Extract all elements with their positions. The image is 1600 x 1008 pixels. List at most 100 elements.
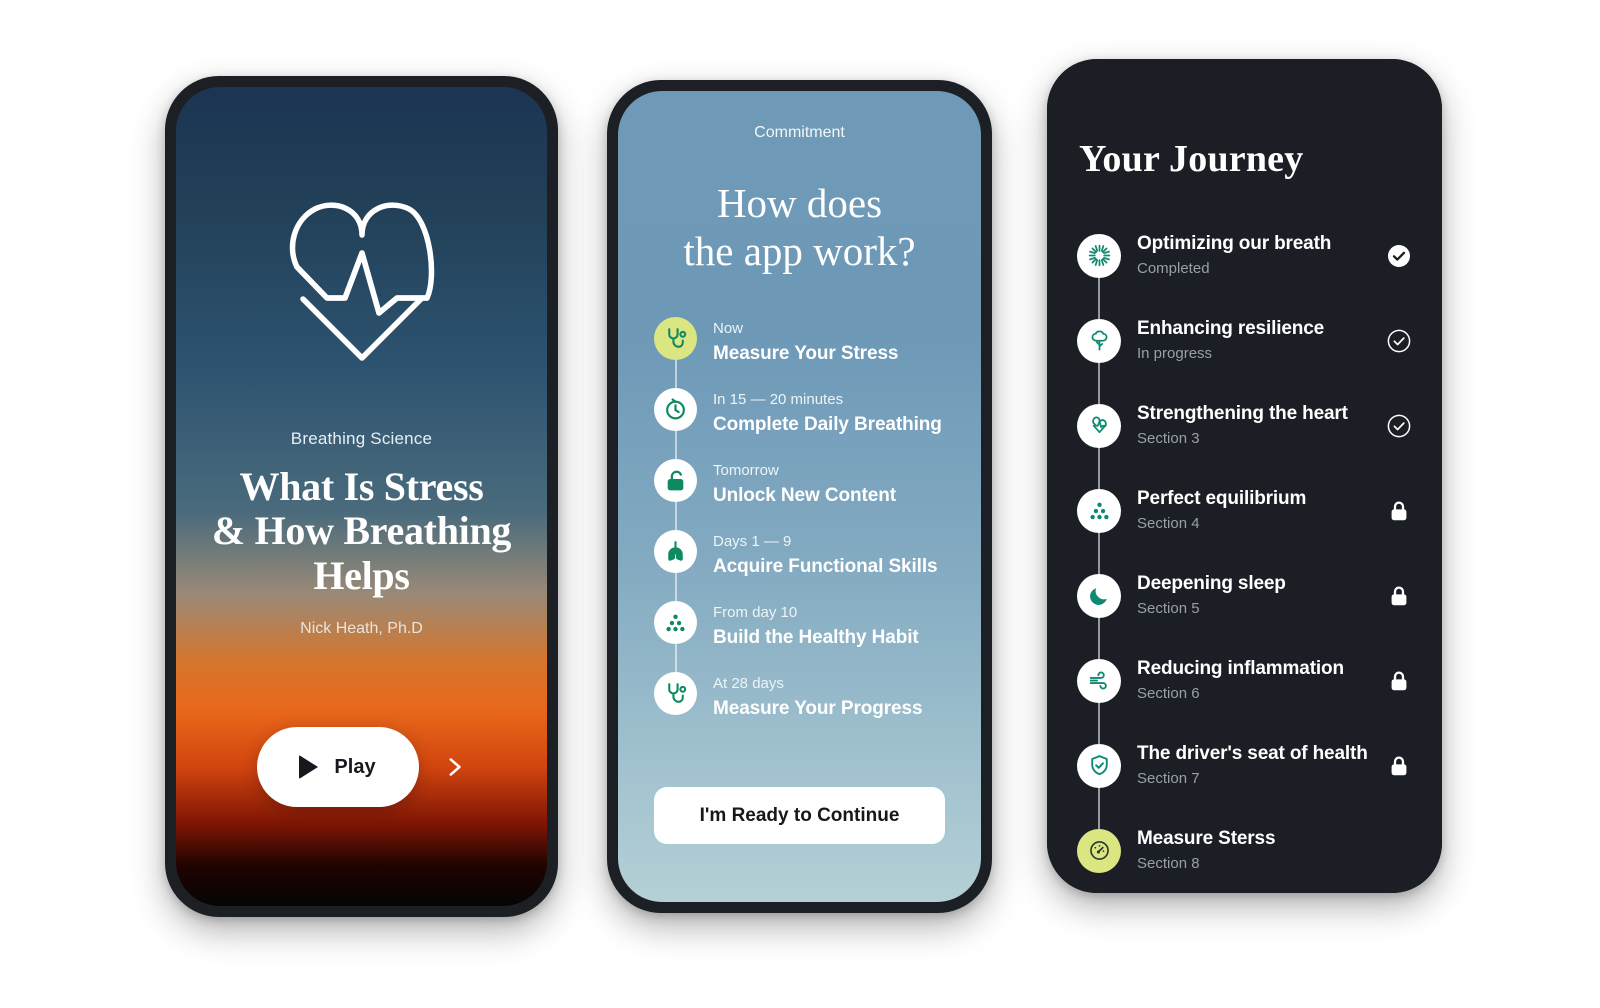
timeline-step-when: Now — [713, 320, 744, 338]
timeline-step-text: At 28 days Measure Your Progress — [713, 672, 923, 721]
journey-item-text: Enhancing resilience In progress — [1137, 316, 1370, 364]
journey-item-title: Measure Sterss — [1137, 828, 1276, 850]
lungs-icon — [668, 541, 683, 561]
journey-item-state[interactable] — [1386, 668, 1412, 694]
stethoscope-icon — [668, 328, 687, 348]
journey-item-status: Completed — [1137, 259, 1210, 277]
journey-item-text: Strengthening the heart Section 3 — [1137, 401, 1370, 449]
article-title: What Is Stress & How Breathing Helps — [212, 464, 512, 598]
check-filled-icon[interactable] — [1387, 244, 1411, 268]
chevron-right-icon[interactable] — [441, 754, 467, 780]
journey-list-item[interactable]: Strengthening the heart Section 3 — [1077, 383, 1412, 489]
journey-item-title: Reducing inflammation — [1137, 658, 1344, 680]
timeline-connector — [675, 428, 677, 461]
journey-list-item[interactable]: Perfect equilibrium Section 4 — [1077, 468, 1412, 574]
commitment-title-line-2: the app work? — [683, 227, 916, 274]
journey-item-text: The driver's seat of health Section 7 — [1137, 741, 1370, 789]
journey-list-item[interactable]: Measure Sterss Section 8 — [1077, 808, 1412, 893]
article-title-line-1: What Is Stress — [239, 464, 484, 509]
timeline-step-text: Tomorrow Unlock New Content — [713, 459, 896, 508]
journey-item-status: Section 3 — [1137, 429, 1200, 447]
journey-item-state[interactable] — [1386, 413, 1412, 439]
burst-icon — [1088, 244, 1110, 267]
lock-icon[interactable] — [1387, 754, 1411, 778]
journey-item-icon-badge — [1077, 403, 1121, 448]
timeline-step-text: Days 1 — 9 Acquire Functional Skills — [713, 530, 938, 579]
screenshot-stage: Breathing Science What Is Stress & How B… — [0, 0, 1600, 1008]
journey-connector — [1098, 787, 1100, 829]
play-button[interactable]: Play — [256, 727, 419, 807]
journey-item-icon-badge — [1077, 573, 1121, 618]
journey-item-state[interactable] — [1386, 498, 1412, 524]
heart-pulse-icon — [1091, 416, 1107, 434]
journey-item-icon-badge — [1077, 488, 1121, 533]
timeline-step-text: In 15 — 20 minutes Complete Daily Breathi… — [713, 388, 942, 437]
journey-item-icon-badge — [1077, 233, 1121, 278]
dots-pyramid-icon — [1089, 502, 1109, 520]
journey-item-status: In progress — [1137, 344, 1213, 362]
timeline-step-text: From day 10 Build the Healthy Habit — [713, 601, 919, 650]
phone-mockup-journey: Your Journey Optimizing our breath Comple… — [1047, 59, 1442, 893]
journey-list-item[interactable]: Reducing inflammation Section 6 — [1077, 638, 1412, 744]
journey-item-state[interactable] — [1386, 753, 1412, 779]
timeline-step-when: At 28 days — [713, 675, 784, 693]
timeline-step-title: Build the Healthy Habit — [713, 626, 919, 648]
journey-connector — [1098, 447, 1100, 489]
heart-pulse-icon — [289, 202, 434, 361]
timeline-connector — [675, 570, 677, 603]
tree-icon — [1091, 330, 1107, 351]
journey-list-item[interactable]: Enhancing resilience In progress — [1077, 298, 1412, 404]
journey-list-item[interactable]: The driver's seat of health Section 7 — [1077, 723, 1412, 829]
page-title: Your Journey — [1079, 138, 1304, 180]
wind-icon — [1089, 671, 1107, 690]
timeline-connector — [675, 499, 677, 532]
commitment-eyebrow: Commitment — [754, 124, 845, 141]
journey-item-state[interactable] — [1386, 583, 1412, 609]
journey-item-title: Deepening sleep — [1137, 573, 1286, 595]
timeline-step[interactable]: In 15 — 20 minutes Complete Daily Breathi… — [654, 388, 947, 461]
check-outline-icon[interactable] — [1387, 329, 1411, 353]
journey-connector — [1098, 617, 1100, 659]
timeline-connector — [675, 641, 677, 674]
timeline-step-title: Unlock New Content — [713, 484, 896, 506]
timeline-step[interactable]: Now Measure Your Stress — [654, 317, 947, 390]
journey-item-text: Measure Sterss Section 8 — [1137, 826, 1370, 874]
timeline-connector — [675, 357, 677, 390]
lock-icon[interactable] — [1387, 669, 1411, 693]
journey-item-icon-badge — [1077, 658, 1121, 703]
journey-item-icon-badge — [1077, 318, 1121, 363]
journey-item-status: Section 4 — [1137, 514, 1200, 532]
moon-icon — [1089, 588, 1107, 605]
timeline-step-icon-badge — [654, 459, 697, 503]
timeline-step-title: Complete Daily Breathing — [713, 413, 942, 435]
phone1-screen: Breathing Science What Is Stress & How B… — [176, 87, 547, 906]
commitment-title: How does the app work? — [618, 180, 981, 275]
lock-icon[interactable] — [1387, 499, 1411, 523]
journey-item-status: Section 8 — [1137, 854, 1200, 872]
journey-item-state[interactable] — [1386, 243, 1412, 269]
timeline-step[interactable]: Tomorrow Unlock New Content — [654, 459, 947, 532]
journey-item-status: Section 7 — [1137, 769, 1200, 787]
journey-item-title: The driver's seat of health — [1137, 743, 1368, 765]
timeline-step[interactable]: From day 10 Build the Healthy Habit — [654, 601, 947, 674]
check-outline-icon[interactable] — [1387, 414, 1411, 438]
timeline-step[interactable]: Days 1 — 9 Acquire Functional Skills — [654, 530, 947, 603]
phone3-screen: Your Journey Optimizing our breath Comple… — [1047, 59, 1442, 893]
timeline-step-icon-badge — [654, 672, 697, 716]
timeline-step-when: From day 10 — [713, 604, 798, 622]
journey-connector — [1098, 702, 1100, 744]
commitment-timeline: Now Measure Your Stress In 15 — 20 minute… — [618, 317, 981, 743]
journey-item-status: Section 5 — [1137, 599, 1200, 617]
commitment-title-line-1: How does — [716, 180, 883, 226]
phone-mockup-article: Breathing Science What Is Stress & How B… — [165, 76, 558, 917]
lock-icon[interactable] — [1387, 584, 1411, 608]
journey-item-status: Section 6 — [1137, 684, 1200, 702]
journey-list-item[interactable]: Deepening sleep Section 5 — [1077, 553, 1412, 659]
journey-list-item[interactable]: Optimizing our breath Completed — [1077, 213, 1412, 319]
journey-item-state[interactable] — [1386, 328, 1412, 354]
timeline-step[interactable]: At 28 days Measure Your Progress — [654, 672, 947, 743]
journey-item-icon-badge — [1077, 828, 1121, 873]
journey-item-state[interactable] — [1386, 838, 1412, 864]
ready-to-continue-button[interactable]: I'm Ready to Continue — [654, 787, 945, 844]
play-triangle-icon — [299, 755, 319, 779]
